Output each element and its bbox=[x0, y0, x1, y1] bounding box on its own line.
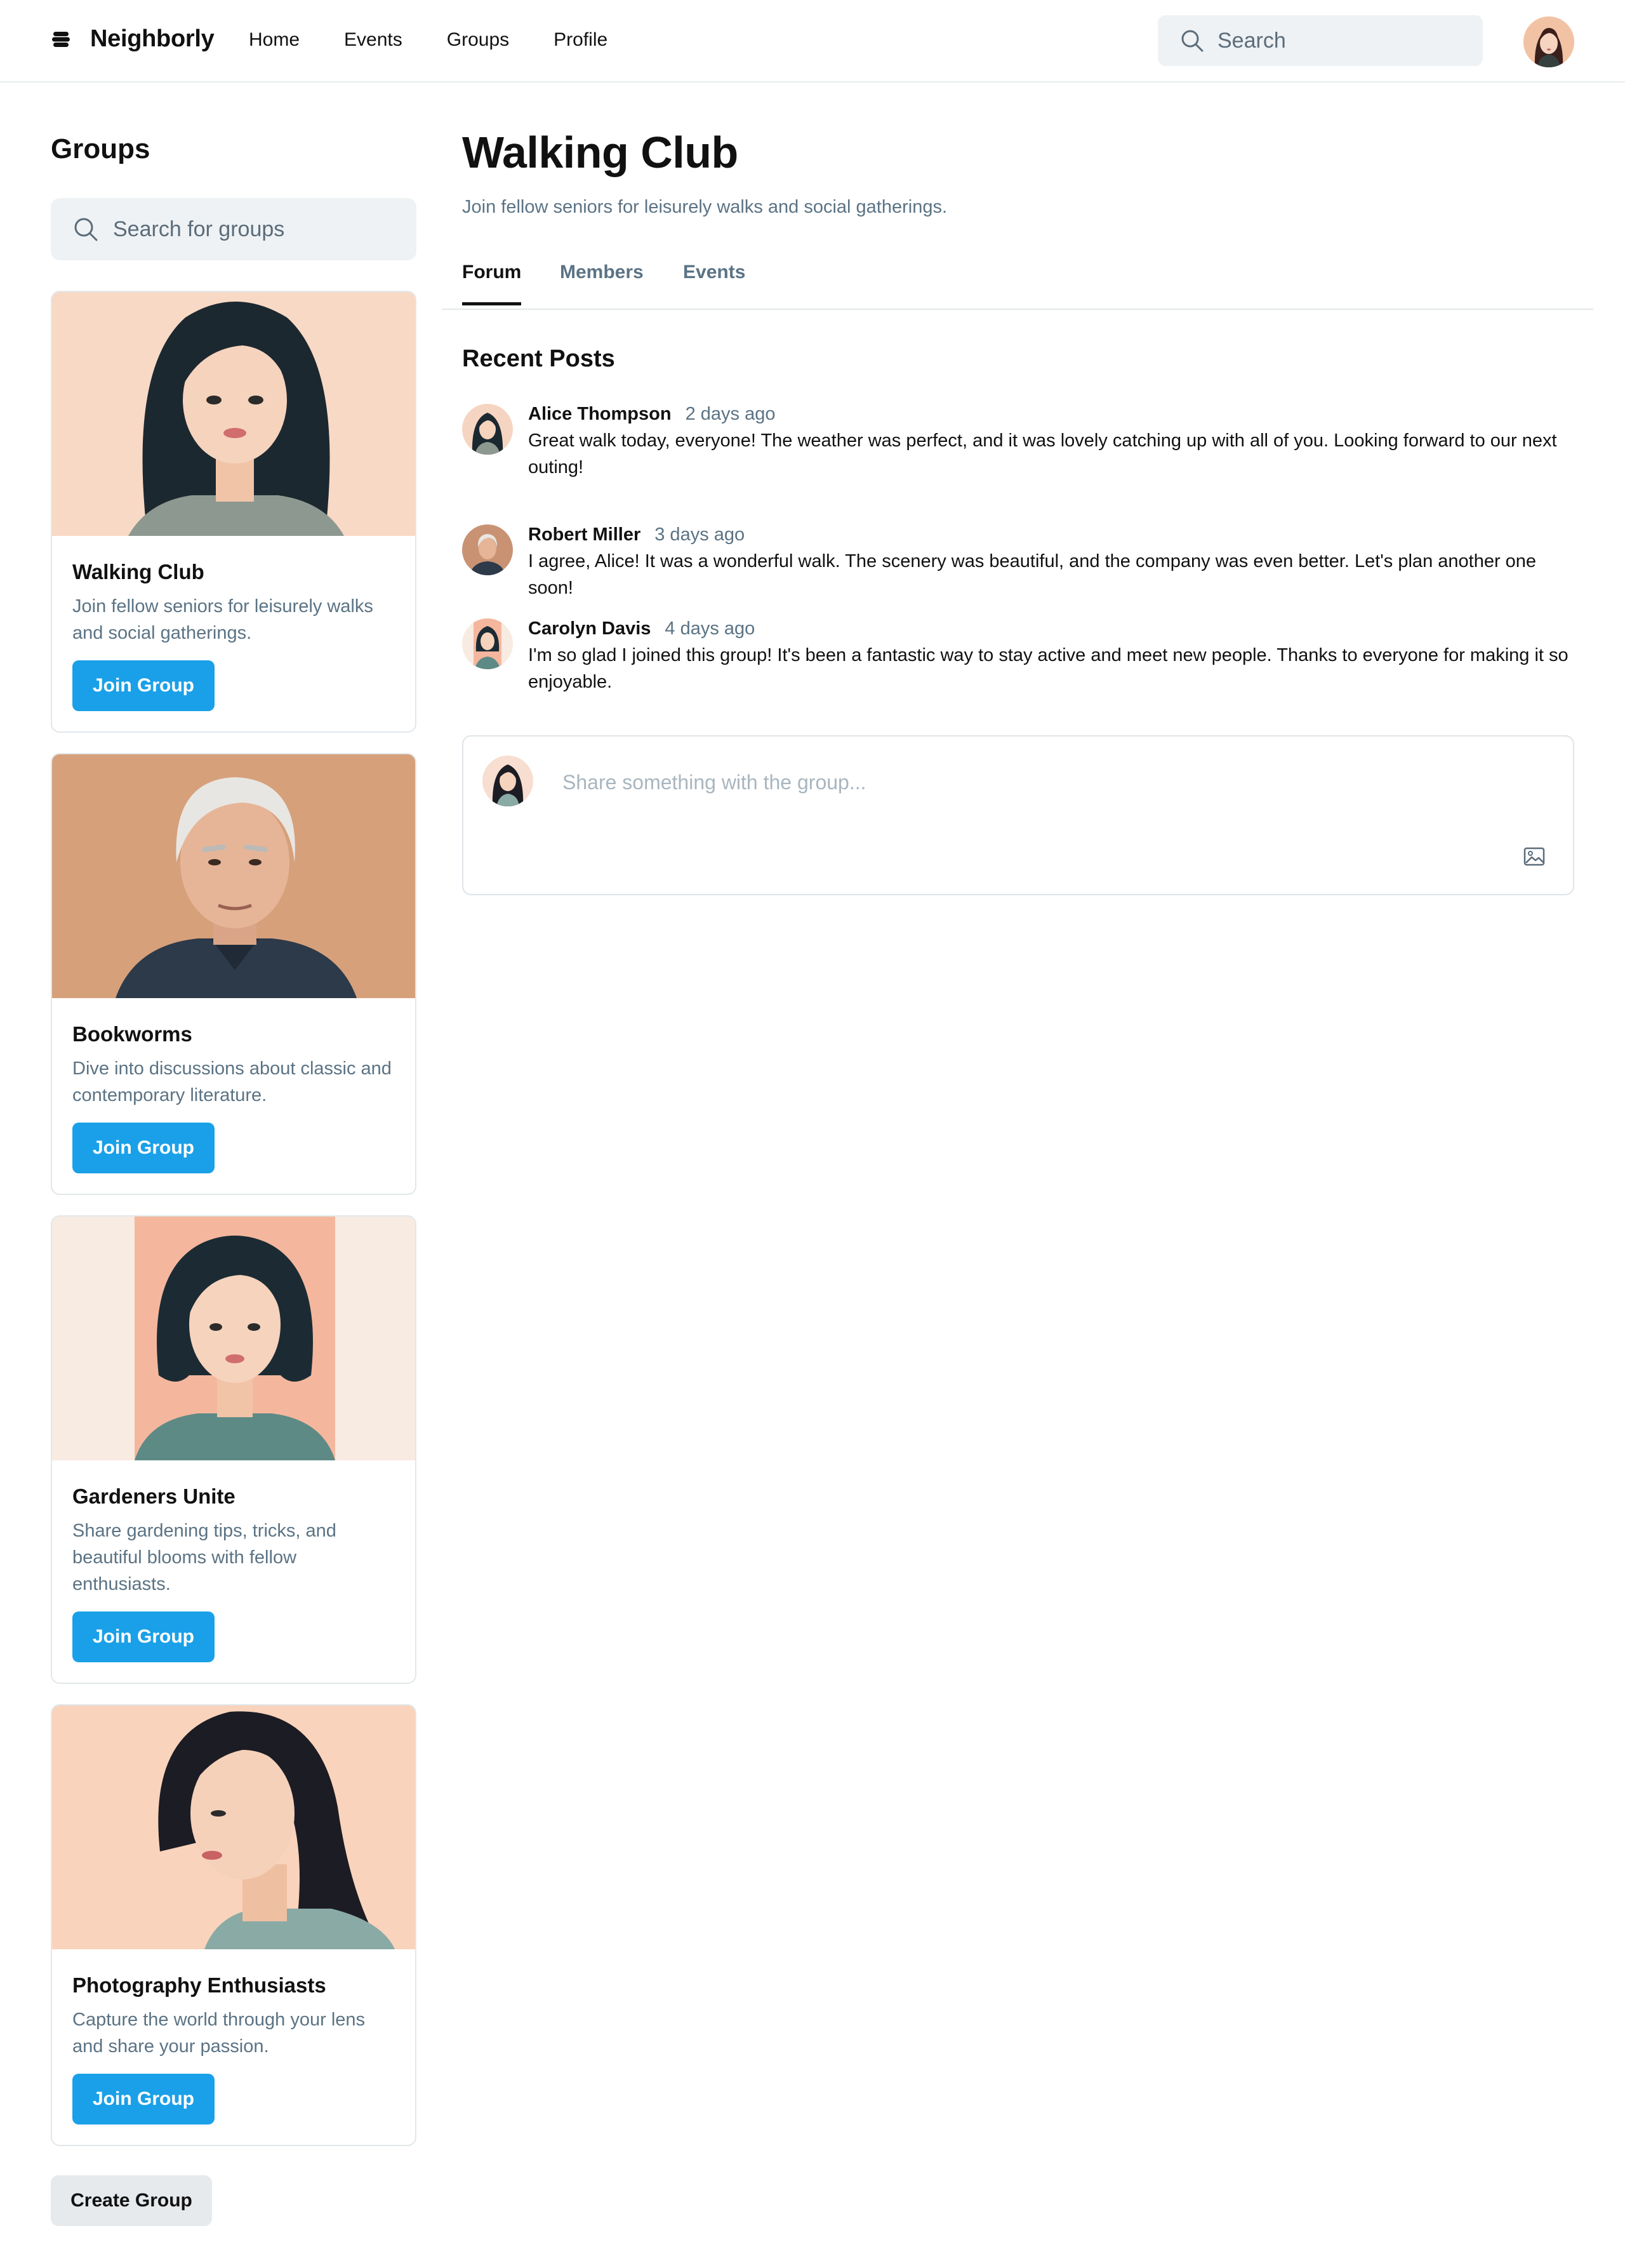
join-group-button[interactable]: Join Group bbox=[72, 1611, 215, 1662]
tab-events[interactable]: Events bbox=[683, 262, 745, 302]
group-image bbox=[52, 1217, 415, 1460]
post-text: I agree, Alice! It was a wonderful walk.… bbox=[528, 551, 1537, 598]
group-image bbox=[52, 754, 415, 998]
post-time: 2 days ago bbox=[685, 404, 776, 424]
nav-profile[interactable]: Profile bbox=[554, 29, 607, 51]
user-avatar[interactable] bbox=[1523, 17, 1574, 67]
group-image bbox=[52, 292, 415, 536]
join-group-button[interactable]: Join Group bbox=[72, 1123, 215, 1173]
group-card: Walking Club Join fellow seniors for lei… bbox=[51, 291, 416, 733]
avatar[interactable] bbox=[462, 404, 513, 455]
post-text: I'm so glad I joined this group! It's be… bbox=[528, 645, 1569, 692]
logo-icon bbox=[52, 31, 70, 47]
nav-events[interactable]: Events bbox=[344, 29, 402, 51]
group-card: Bookworms Dive into discussions about cl… bbox=[51, 753, 416, 1195]
post-author[interactable]: Carolyn Davis bbox=[528, 618, 651, 639]
join-group-button[interactable]: Join Group bbox=[72, 2074, 215, 2125]
group-search-input[interactable] bbox=[112, 216, 404, 243]
global-search[interactable] bbox=[1158, 15, 1483, 66]
tab-forum[interactable]: Forum bbox=[462, 262, 522, 305]
brand-name: Neighborly bbox=[90, 25, 215, 52]
group-description: Capture the world through your lens and … bbox=[72, 2010, 366, 2057]
group-tabs: Forum Members Events bbox=[442, 262, 1593, 310]
avatar[interactable] bbox=[462, 618, 513, 669]
group-search[interactable] bbox=[51, 198, 416, 260]
sidebar-title: Groups bbox=[51, 133, 150, 164]
section-title: Recent Posts bbox=[462, 345, 615, 372]
avatar[interactable] bbox=[462, 524, 513, 575]
user-avatar-image bbox=[1523, 17, 1574, 67]
top-navigation-bar: Neighborly Home Events Groups Profile bbox=[0, 0, 1625, 83]
forum-post: Robert Miller 3 days ago I agree, Alice! … bbox=[462, 524, 1579, 598]
group-description: Join fellow seniors for leisurely walks … bbox=[72, 596, 373, 643]
post-time: 3 days ago bbox=[654, 524, 745, 545]
brand[interactable]: Neighborly bbox=[51, 25, 215, 53]
group-name: Walking Club bbox=[72, 560, 204, 584]
group-image bbox=[52, 1705, 415, 1949]
composer-input[interactable] bbox=[561, 770, 1513, 846]
group-card: Photography Enthusiasts Capture the worl… bbox=[51, 1704, 416, 2146]
post-composer bbox=[462, 735, 1574, 895]
image-icon[interactable] bbox=[1523, 847, 1545, 866]
search-icon bbox=[1181, 30, 1204, 52]
group-description: Share gardening tips, tricks, and beauti… bbox=[72, 1521, 336, 1594]
group-name: Bookworms bbox=[72, 1022, 192, 1046]
global-search-input[interactable] bbox=[1216, 27, 1470, 54]
search-icon bbox=[74, 218, 98, 241]
group-card: Gardeners Unite Share gardening tips, tr… bbox=[51, 1215, 416, 1684]
group-description: Dive into discussions about classic and … bbox=[72, 1058, 392, 1105]
forum-post: Carolyn Davis 4 days ago I'm so glad I jo… bbox=[462, 618, 1579, 707]
group-name: Gardeners Unite bbox=[72, 1484, 235, 1508]
page-title: Walking Club bbox=[462, 128, 738, 177]
post-author[interactable]: Alice Thompson bbox=[528, 404, 672, 424]
nav-home[interactable]: Home bbox=[249, 29, 300, 51]
post-text: Great walk today, everyone! The weather … bbox=[528, 430, 1557, 477]
create-group-button[interactable]: Create Group bbox=[51, 2175, 212, 2226]
join-group-button[interactable]: Join Group bbox=[72, 660, 215, 711]
tab-members[interactable]: Members bbox=[560, 262, 644, 302]
post-time: 4 days ago bbox=[665, 618, 755, 639]
group-name: Photography Enthusiasts bbox=[72, 1973, 326, 1997]
nav-groups[interactable]: Groups bbox=[447, 29, 509, 51]
main-nav: Home Events Groups Profile bbox=[249, 29, 652, 51]
post-author[interactable]: Robert Miller bbox=[528, 524, 640, 545]
forum-post: Alice Thompson 2 days ago Great walk toda… bbox=[462, 404, 1579, 493]
avatar bbox=[482, 756, 533, 806]
page-subtitle: Join fellow seniors for leisurely walks … bbox=[462, 197, 948, 217]
